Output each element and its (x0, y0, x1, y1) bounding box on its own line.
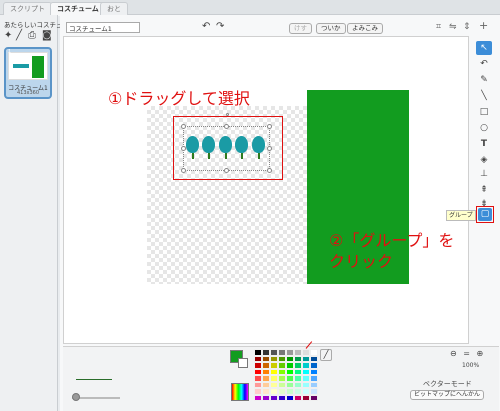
annotation-step1: ①ドラッグして選択 (108, 89, 250, 108)
palette-color-swatch[interactable] (262, 394, 270, 401)
clear-button[interactable]: けす (289, 23, 312, 34)
stroke-preview (76, 379, 112, 380)
paintbrush-icon[interactable]: ✦ (4, 30, 12, 41)
annotation-step2-line1: ②「グループ」を (329, 231, 455, 250)
line-tool[interactable]: ╲ (476, 89, 492, 103)
text-tool[interactable]: T (476, 137, 492, 151)
new-costume-icons: ✦ ╱ ⎙ ◙ (4, 30, 56, 42)
stroke-width-knob[interactable] (72, 393, 80, 401)
add-button[interactable]: ついか (316, 23, 346, 34)
pencil-tool[interactable]: ✎ (476, 73, 492, 87)
front-tool[interactable]: ⇞ (476, 183, 492, 197)
group-tooltip: グループ (446, 210, 476, 221)
color-palette (254, 349, 318, 401)
tool-palette: ↖ ↶ ✎ ╲ □ ○ T ◈ ⊥ ⇞ ⇟ (476, 19, 494, 219)
tab-costumes[interactable]: コスチューム (50, 2, 106, 16)
palette-color-swatch[interactable] (302, 394, 310, 401)
color-picker-swatch[interactable] (231, 383, 249, 401)
stamp-tool[interactable]: ⊥ (476, 167, 492, 181)
convert-to-bitmap-button[interactable]: ビットマップにへんかん (410, 390, 485, 400)
upload-icon[interactable]: ⎙ (28, 30, 36, 41)
costume-thumbnail[interactable]: 1 コスチューム1 413x360 (4, 47, 52, 99)
zoom-controls: ⊖ = ⊕ (450, 349, 483, 358)
annotation-highlight-selection (173, 116, 283, 180)
reshape-tool[interactable]: ↶ (476, 57, 492, 71)
annotation-step2-line2: クリック (329, 252, 394, 271)
flip-horizontal-icon[interactable]: ⇋ (449, 22, 457, 32)
tab-sounds[interactable]: おと (100, 2, 128, 15)
ellipse-tool[interactable]: ○ (476, 121, 492, 135)
center-icon[interactable]: ⌗ (436, 22, 441, 32)
palette-color-swatch[interactable] (310, 394, 318, 401)
mode-label: ベクターモード (423, 380, 472, 388)
palette-color-swatch[interactable] (278, 394, 286, 401)
camera-icon[interactable]: ◙ (42, 30, 52, 41)
eyedropper-icon[interactable]: ╱ (320, 349, 332, 361)
palette-color-swatch[interactable] (270, 394, 278, 401)
costume-thumbnail-image (8, 52, 48, 80)
undo-icon[interactable]: ↶ (202, 22, 210, 32)
palette-color-swatch[interactable] (286, 394, 294, 401)
tab-bar: スクリプト コスチューム おと (0, 0, 500, 16)
zoom-level: 100% (462, 362, 480, 369)
secondary-color-swatch[interactable] (238, 358, 248, 368)
select-tool[interactable]: ↖ (476, 41, 492, 55)
palette-color-swatch[interactable] (294, 394, 302, 401)
costume-size-label: 413x360 (16, 90, 40, 96)
thumb-green-rect (32, 56, 44, 78)
redo-icon[interactable]: ↷ (216, 22, 224, 32)
costume-name-field[interactable] (66, 22, 140, 33)
fill-tool[interactable]: ◈ (476, 153, 492, 167)
zoom-reset-icon[interactable]: = (463, 349, 470, 358)
zoom-out-icon[interactable]: ⊖ (450, 349, 457, 358)
palette-color-swatch[interactable] (254, 394, 262, 401)
import-button[interactable]: よみこみ (347, 23, 383, 34)
annotation-highlight-group (476, 206, 494, 223)
zoom-in-icon[interactable]: ⊕ (477, 349, 484, 358)
pencil-icon[interactable]: ╱ (16, 30, 22, 41)
rectangle-tool[interactable]: □ (476, 105, 492, 119)
thumb-trees (13, 64, 29, 68)
costume-number: 1 (8, 49, 12, 55)
flip-vertical-icon[interactable]: ⇕ (463, 22, 471, 32)
tab-scripts[interactable]: スクリプト (3, 2, 52, 15)
